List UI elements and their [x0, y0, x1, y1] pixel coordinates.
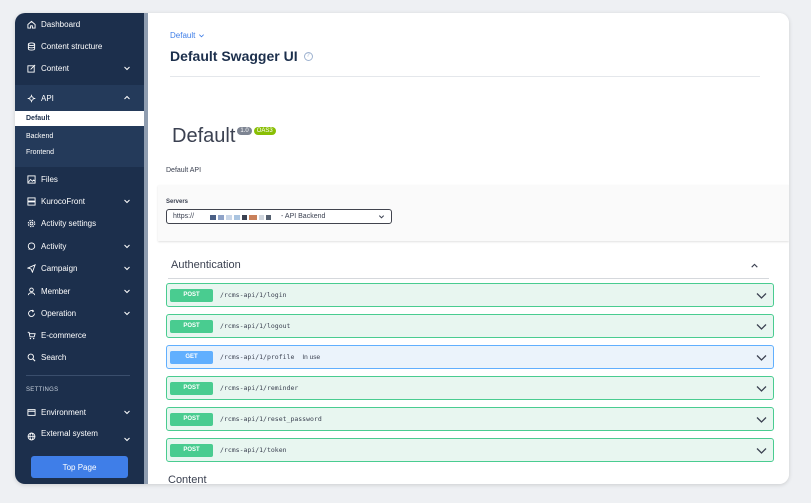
sidebar-item-kurocofront[interactable]: KurocoFront	[15, 192, 144, 210]
chevron-down-icon	[124, 410, 130, 415]
chevron-down-icon	[199, 34, 205, 38]
sidebar-item-environment[interactable]: Environment	[15, 403, 144, 421]
sidebar-item-content-structure[interactable]: Content structure	[15, 37, 144, 55]
breadcrumb[interactable]: Default	[170, 31, 205, 40]
gear-icon	[26, 218, 36, 228]
image-icon	[26, 174, 36, 184]
chevron-up-icon	[751, 263, 758, 268]
search-icon	[26, 352, 36, 362]
servers-select[interactable]: https:// - API Backend	[166, 209, 392, 224]
chevron-down-icon	[756, 324, 767, 330]
chevron-down-icon	[756, 417, 767, 423]
sidebar-section-settings: SETTINGS	[26, 387, 59, 393]
chevron-down-icon	[124, 289, 130, 294]
sidebar-item-search[interactable]: Search	[15, 348, 144, 366]
help-icon[interactable]: ?	[303, 51, 313, 61]
operation-post-reset-password[interactable]: POST /rcms-api/1/reset_password	[166, 407, 774, 431]
database-icon	[26, 41, 36, 51]
chevron-down-icon	[756, 355, 767, 361]
sidebar-divider	[26, 375, 130, 376]
sidebar-subitem-frontend[interactable]: Frontend	[15, 145, 144, 160]
sidebar-item-member[interactable]: Member	[15, 282, 144, 300]
operation-post-logout[interactable]: POST /rcms-api/1/logout	[166, 314, 774, 338]
server-icon	[26, 196, 36, 206]
servers-label: Servers	[166, 199, 189, 205]
sidebar-subitem-default[interactable]: Default	[15, 111, 144, 126]
chevron-down-icon	[378, 215, 385, 219]
chevron-up-icon	[124, 95, 130, 100]
swagger-description: Default API	[166, 167, 202, 174]
chevron-down-icon	[124, 311, 130, 316]
top-page-button[interactable]: Top Page	[31, 456, 128, 478]
sidebar: Dashboard Content structure Content API …	[15, 13, 148, 484]
sidebar-item-files[interactable]: Files	[15, 170, 144, 188]
api-icon	[26, 93, 36, 103]
version-badge: 1.0	[237, 127, 252, 135]
page-title: Default Swagger UI ?	[170, 48, 313, 64]
chevron-down-icon	[124, 199, 130, 204]
chevron-down-icon	[756, 293, 767, 299]
user-icon	[26, 286, 36, 296]
operation-get-profile[interactable]: GET /rcms-api/1/profile In use	[166, 345, 774, 369]
main-content: Default Default Swagger UI ? Default 1.0…	[148, 13, 789, 484]
header-divider	[170, 76, 760, 77]
sidebar-item-dashboard[interactable]: Dashboard	[15, 15, 144, 33]
chat-icon	[26, 241, 36, 251]
operation-post-login[interactable]: POST /rcms-api/1/login	[166, 283, 774, 307]
sidebar-item-campaign[interactable]: Campaign	[15, 259, 144, 277]
edit-icon	[26, 63, 36, 73]
oas-badge: OAS3	[253, 127, 276, 135]
operation-post-token[interactable]: POST /rcms-api/1/token	[166, 438, 774, 462]
sidebar-item-operation[interactable]: Operation	[15, 304, 144, 322]
chevron-down-icon	[124, 437, 130, 442]
app-window: Dashboard Content structure Content API …	[15, 13, 789, 484]
sidebar-item-e-commerce[interactable]: E-commerce	[15, 326, 144, 344]
chevron-down-icon	[124, 244, 130, 249]
home-icon	[26, 19, 36, 29]
chevron-down-icon	[756, 386, 767, 392]
window-icon	[26, 407, 36, 417]
sidebar-item-content[interactable]: Content	[15, 59, 144, 77]
refresh-icon	[26, 308, 36, 318]
chevron-down-icon	[124, 66, 130, 71]
redacted-host	[208, 212, 272, 222]
operation-post-reminder[interactable]: POST /rcms-api/1/reminder	[166, 376, 774, 400]
chevron-down-icon	[756, 448, 767, 454]
cart-icon	[26, 330, 36, 340]
tag-content[interactable]: Content	[168, 474, 769, 484]
sidebar-item-external-system[interactable]: External system	[15, 427, 144, 445]
globe-icon	[26, 431, 36, 441]
sidebar-subitem-backend[interactable]: Backend	[15, 129, 144, 144]
swagger-title: Default 1.0 OAS3	[172, 125, 276, 148]
sidebar-item-activity-settings[interactable]: Activity settings	[15, 214, 144, 232]
sidebar-item-activity[interactable]: Activity	[15, 237, 144, 255]
chevron-down-icon	[124, 266, 130, 271]
tag-authentication[interactable]: Authentication	[168, 251, 769, 279]
send-icon	[26, 263, 36, 273]
sidebar-item-api[interactable]: API	[15, 89, 144, 107]
servers-section: Servers https:// - API Backend	[158, 185, 789, 241]
